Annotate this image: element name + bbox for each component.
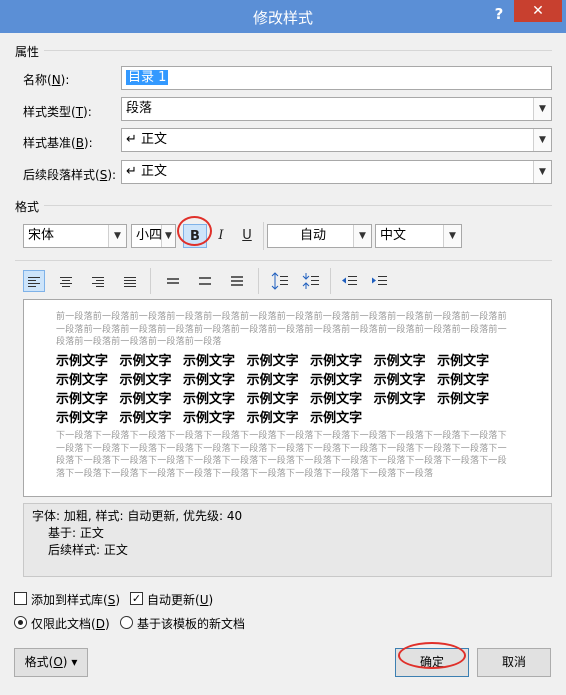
add-to-gallery-checkbox[interactable] [14, 592, 27, 605]
chevron-down-icon: ▼ [533, 98, 551, 120]
style-type-label: 样式类型(T): [23, 105, 92, 119]
only-this-document-label: 仅限此文档(D) [31, 617, 110, 631]
chevron-down-icon: ▼ [533, 161, 551, 183]
preview-sample-line: 示例文字 示例文字 示例文字 示例文字 示例文字 示例文字 示例文字 [56, 373, 490, 388]
decrease-spacing-before-icon[interactable] [300, 270, 322, 292]
description-line: 后续样式: 正文 [48, 543, 128, 557]
single-spacing-icon[interactable] [162, 270, 184, 292]
chevron-down-icon: ▼ [443, 225, 461, 247]
divider [44, 205, 552, 206]
increase-indent-icon[interactable] [369, 270, 391, 292]
close-button[interactable]: ✕ [514, 0, 562, 22]
format-section-title: 格式 [15, 200, 40, 214]
only-this-document-radio[interactable] [14, 616, 27, 629]
font-color-select[interactable]: 自动 ▼ [267, 224, 372, 248]
divider [150, 268, 151, 294]
format-menu-button[interactable]: 格式(O) ▾ [14, 648, 88, 677]
script-select[interactable]: 中文 ▼ [375, 224, 462, 248]
style-type-select[interactable]: 段落 ▼ [121, 97, 552, 121]
preview-sample-line: 示例文字 示例文字 示例文字 示例文字 示例文字 示例文字 示例文字 [56, 392, 490, 407]
name-label: 名称(N): [23, 73, 70, 87]
divider [44, 50, 552, 51]
cancel-button[interactable]: 取消 [477, 648, 551, 677]
preview-previous-paragraph: 前一段落前一段落前一段落前一段落前一段落前一段落前一段落前一段落前一段落前一段落… [56, 312, 507, 347]
decrease-indent-icon[interactable] [339, 270, 361, 292]
chevron-down-icon: ▼ [108, 225, 126, 247]
align-right-icon[interactable] [87, 270, 109, 292]
style-description: 字体: 加粗, 样式: 自动更新, 优先级: 40 基于: 正文 后续样式: 正… [23, 503, 552, 577]
double-spacing-icon[interactable] [226, 270, 248, 292]
increase-spacing-before-icon[interactable] [269, 270, 291, 292]
add-to-gallery-label: 添加到样式库(S) [31, 593, 120, 607]
one-half-spacing-icon[interactable] [194, 270, 216, 292]
chevron-down-icon: ▾ [71, 655, 78, 669]
chevron-down-icon: ▼ [533, 129, 551, 151]
help-button[interactable]: ? [486, 2, 512, 26]
font-select[interactable]: 宋体 ▼ [23, 224, 127, 248]
divider [258, 268, 259, 294]
italic-button[interactable]: I [209, 224, 233, 248]
description-line: 基于: 正文 [48, 526, 104, 540]
new-documents-radio[interactable] [120, 616, 133, 629]
name-input[interactable]: 目录 1 [121, 66, 552, 90]
font-size-select[interactable]: 小四 ▼ [131, 224, 176, 248]
new-documents-label: 基于该模板的新文档 [137, 617, 246, 631]
description-line: 字体: 加粗, 样式: 自动更新, 优先级: 40 [32, 509, 243, 523]
auto-update-label: 自动更新(U) [147, 593, 214, 607]
align-left-icon[interactable] [23, 270, 45, 292]
properties-section-title: 属性 [15, 45, 40, 59]
window-title: 修改样式 [252, 9, 313, 27]
preview-next-paragraph: 下一段落下一段落下一段落下一段落下一段落下一段落下一段落下一段落下一段落下一段落… [56, 431, 507, 479]
auto-update-checkbox[interactable]: ✓ [130, 592, 143, 605]
align-center-icon[interactable] [55, 270, 77, 292]
annotation-circle [398, 642, 466, 669]
chevron-down-icon: ▼ [161, 225, 175, 247]
next-style-select[interactable]: ↵ 正文 ▼ [121, 160, 552, 184]
underline-button[interactable]: U [235, 224, 259, 248]
annotation-circle [177, 216, 212, 246]
justify-icon[interactable] [119, 270, 141, 292]
next-style-label: 后续段落样式(S): [23, 168, 117, 182]
divider [263, 222, 264, 250]
chevron-down-icon: ▼ [353, 225, 371, 247]
divider [15, 260, 552, 261]
divider [330, 268, 331, 294]
based-on-select[interactable]: ↵ 正文 ▼ [121, 128, 552, 152]
preview-sample-line: 示例文字 示例文字 示例文字 示例文字 示例文字 [56, 411, 363, 426]
preview-sample-line: 示例文字 示例文字 示例文字 示例文字 示例文字 示例文字 示例文字 [56, 354, 490, 369]
based-on-label: 样式基准(B): [23, 136, 93, 150]
